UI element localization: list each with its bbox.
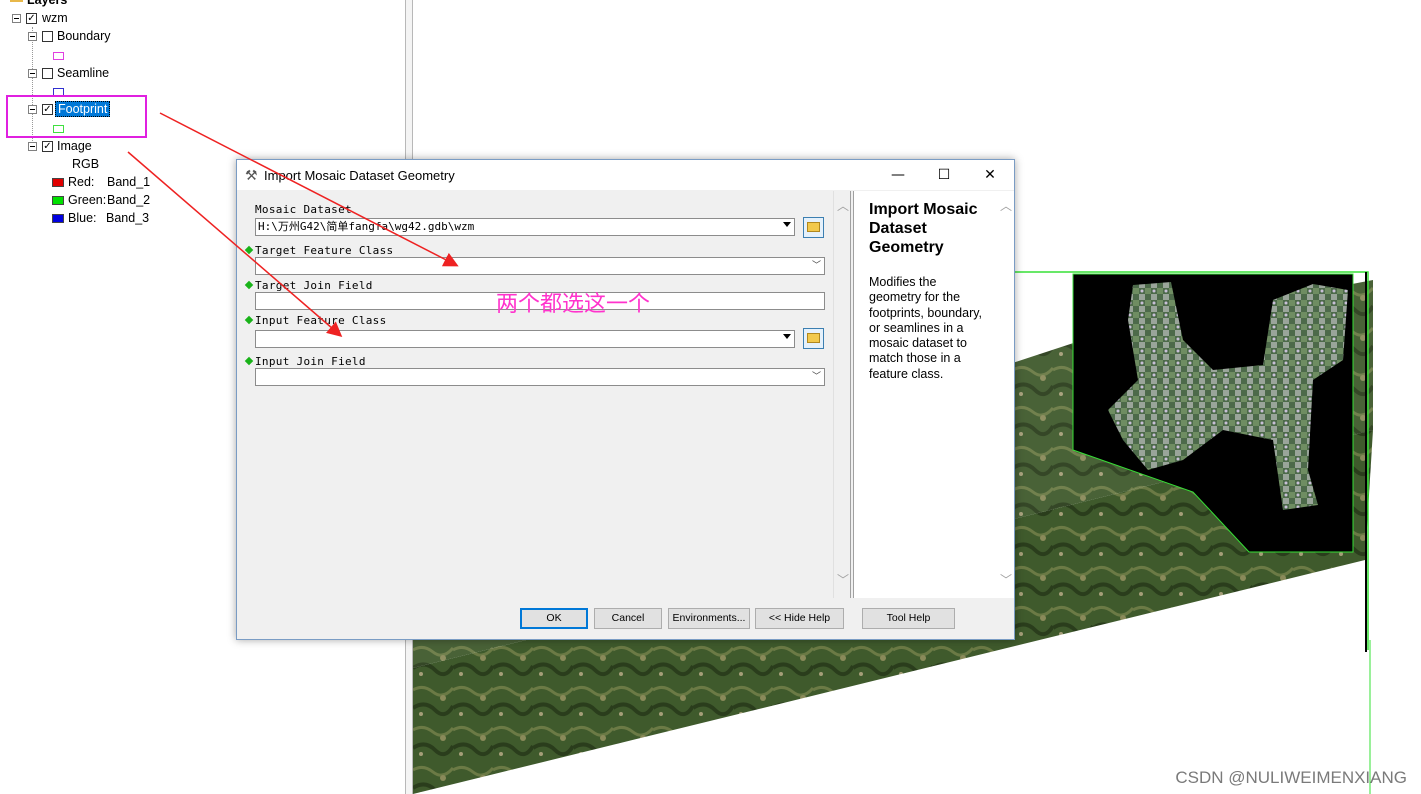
green-channel-label: Green: bbox=[68, 193, 107, 207]
image-checkbox[interactable]: ✓ bbox=[42, 141, 53, 152]
environments-button[interactable]: Environments... bbox=[668, 608, 750, 629]
tool-help-button[interactable]: Tool Help bbox=[862, 608, 955, 629]
chevron-down-icon[interactable]: ﹀ bbox=[812, 258, 821, 274]
image-collapse-toggle[interactable] bbox=[28, 142, 37, 151]
help-title: Import Mosaic Dataset Geometry bbox=[869, 201, 978, 256]
minimize-button[interactable]: — bbox=[875, 160, 921, 190]
target-join-field-label: Target Join Field bbox=[255, 279, 373, 292]
group-layer-name[interactable]: wzm bbox=[42, 10, 68, 26]
input-feature-class-label: Input Feature Class bbox=[255, 314, 387, 327]
import-mosaic-dataset-geometry-dialog: ⚒ Import Mosaic Dataset Geometry — ☐ ✕ M… bbox=[236, 159, 1015, 640]
required-diamond-icon bbox=[244, 280, 254, 290]
blue-swatch bbox=[52, 214, 64, 223]
annotation-text: 两个都选这一个 bbox=[496, 291, 651, 316]
boundary-collapse-toggle[interactable] bbox=[28, 32, 37, 41]
chevron-down-icon[interactable]: ﹀ bbox=[812, 369, 821, 385]
close-button[interactable]: ✕ bbox=[967, 160, 1013, 190]
blue-band-label: Band_3 bbox=[106, 211, 150, 225]
input-join-field-label: Input Join Field bbox=[255, 355, 366, 368]
input-feature-class-combobox[interactable] bbox=[255, 330, 795, 348]
green-band-label: Band_2 bbox=[107, 193, 151, 207]
mosaic-dataset-label: Mosaic Dataset bbox=[255, 203, 352, 216]
mosaic-dataset-combobox[interactable]: H:\万州G42\简单fangfa\wg42.gdb\wzm bbox=[255, 218, 795, 236]
red-swatch bbox=[52, 178, 64, 187]
scroll-down-icon[interactable]: ﹀ bbox=[1000, 571, 1012, 588]
parameters-scrollbar[interactable]: ︿ ﹀ bbox=[833, 191, 851, 598]
rgb-label: RGB bbox=[72, 157, 100, 171]
green-swatch bbox=[52, 196, 64, 205]
layer-image-label[interactable]: Image bbox=[57, 138, 92, 154]
scroll-down-icon[interactable]: ﹀ bbox=[837, 571, 849, 588]
maximize-button[interactable]: ☐ bbox=[921, 160, 967, 190]
browse-folder-icon[interactable] bbox=[803, 217, 824, 238]
parameters-panel: Mosaic Dataset H:\万州G42\简单fangfa\wg42.gd… bbox=[239, 191, 832, 598]
boundary-symbol bbox=[53, 52, 64, 60]
layers-icon bbox=[10, 0, 23, 2]
wzm-collapse-toggle[interactable] bbox=[12, 14, 21, 23]
dialog-title: Import Mosaic Dataset Geometry bbox=[264, 168, 455, 183]
layer-seamline-label[interactable]: Seamline bbox=[57, 65, 109, 81]
hammer-icon: ⚒ bbox=[245, 167, 258, 183]
target-feature-class-label: Target Feature Class bbox=[255, 244, 394, 257]
required-diamond-icon bbox=[244, 315, 254, 325]
footprint-highlight-box bbox=[6, 95, 147, 138]
scroll-up-icon[interactable]: ︿ bbox=[837, 197, 849, 214]
mosaic-dataset-value: H:\万州G42\简单fangfa\wg42.gdb\wzm bbox=[258, 220, 475, 233]
dialog-titlebar[interactable]: ⚒ Import Mosaic Dataset Geometry — ☐ ✕ bbox=[237, 160, 1014, 190]
help-panel: Import Mosaic Dataset Geometry Modifies … bbox=[854, 191, 997, 598]
required-diamond-icon bbox=[244, 245, 254, 255]
hide-help-button[interactable]: << Hide Help bbox=[755, 608, 844, 629]
ok-button[interactable]: OK bbox=[520, 608, 588, 629]
scroll-up-icon[interactable]: ︿ bbox=[1000, 197, 1012, 214]
browse-folder-icon[interactable] bbox=[803, 328, 824, 349]
help-description: Modifies the geometry for the footprints… bbox=[869, 275, 983, 381]
red-band-label: Band_1 bbox=[107, 175, 151, 189]
seamline-checkbox[interactable] bbox=[42, 68, 53, 79]
seamline-collapse-toggle[interactable] bbox=[28, 69, 37, 78]
help-scrollbar[interactable]: ︿ ﹀ bbox=[997, 191, 1014, 598]
watermark: CSDN @NULIWEIMENXIANG bbox=[1175, 768, 1407, 787]
red-channel-label: Red: bbox=[68, 175, 95, 189]
layers-header: Layers bbox=[27, 0, 68, 7]
dropdown-arrow-icon[interactable] bbox=[783, 334, 791, 339]
cancel-button[interactable]: Cancel bbox=[594, 608, 662, 629]
layer-boundary-label[interactable]: Boundary bbox=[57, 28, 111, 44]
target-feature-class-combobox[interactable]: ﹀ bbox=[255, 257, 825, 275]
wzm-checkbox[interactable]: ✓ bbox=[26, 13, 37, 24]
blue-channel-label: Blue: bbox=[68, 211, 97, 225]
input-join-field-combobox[interactable]: ﹀ bbox=[255, 368, 825, 386]
dropdown-arrow-icon[interactable] bbox=[783, 222, 791, 227]
boundary-checkbox[interactable] bbox=[42, 31, 53, 42]
required-diamond-icon bbox=[244, 356, 254, 366]
